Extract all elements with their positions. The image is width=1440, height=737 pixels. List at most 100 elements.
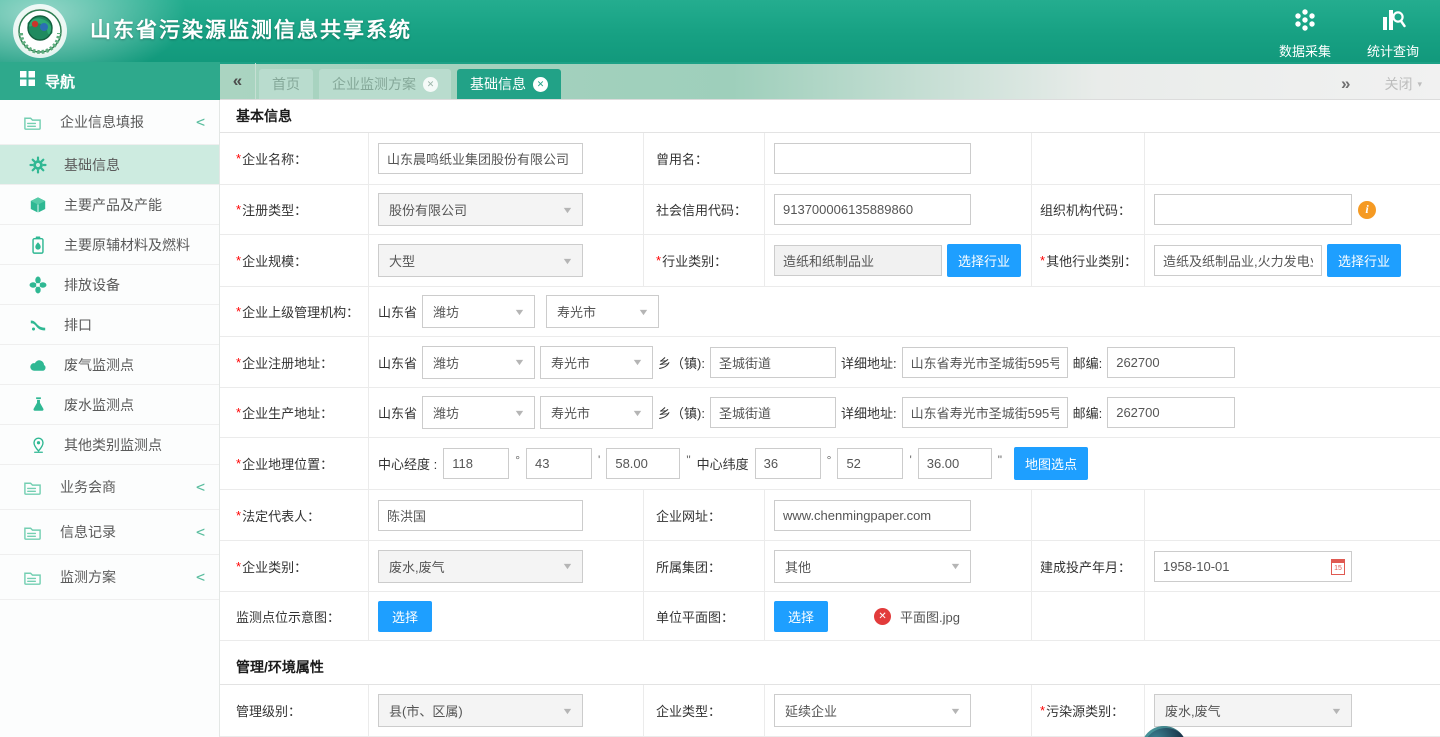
sidebar-item-business[interactable]: 业务会商 < (0, 465, 219, 510)
company-cat-select[interactable]: 废水,废气 ▼ (378, 550, 583, 583)
prod-zip-input[interactable] (1107, 397, 1235, 428)
cell: 中心经度 : ° ' " 中心纬度 ° ' " 地图选点 (369, 438, 1440, 489)
monitor-sketch-label: 监测点位示意图： (236, 607, 340, 626)
select-other-industry-button[interactable]: 选择行业 (1327, 244, 1401, 277)
company-name-input[interactable] (378, 143, 583, 174)
legal-rep-input[interactable] (378, 500, 583, 531)
group-select[interactable]: 其他 ▼ (774, 550, 971, 583)
org-code-input[interactable] (1154, 194, 1352, 225)
website-input[interactable] (774, 500, 971, 531)
calendar-icon[interactable] (1331, 559, 1345, 575)
lng-deg-input[interactable] (443, 448, 509, 479)
sidebar-item-outlets[interactable]: 排口 (0, 305, 219, 345)
lat-deg-input[interactable] (755, 448, 821, 479)
folder-icon (22, 567, 42, 587)
province-label: 山东省 (378, 302, 417, 321)
company-cat-value: 废水,废气 (389, 557, 445, 576)
sidebar-item-emission-equipment[interactable]: 排放设备 (0, 265, 219, 305)
sketch-select-button[interactable]: 选择 (378, 601, 432, 632)
cell: * 企业地理位置： (220, 438, 369, 489)
prod-city-value: 潍坊 (433, 403, 459, 422)
delete-file-icon[interactable]: ✕ (874, 608, 891, 625)
zip-label: 邮编: (1073, 353, 1103, 372)
former-name-input[interactable] (774, 143, 971, 174)
info-icon[interactable]: i (1358, 201, 1376, 219)
required-asterisk: * (1040, 253, 1045, 268)
tab-enterprise-monitor-plan[interactable]: 企业监测方案 ✕ (319, 69, 451, 99)
scale-select[interactable]: 大型 ▼ (378, 244, 583, 277)
map-picker-button[interactable]: 地图选点 (1014, 447, 1088, 480)
scroll-tabs-right-button[interactable]: » (1341, 74, 1350, 94)
bar-chart-magnifier-icon (1380, 7, 1406, 38)
cell: * 法定代表人： (220, 490, 369, 540)
cell: 监测点位示意图： (220, 592, 369, 640)
tab-basic-info[interactable]: 基础信息 ✕ (457, 69, 561, 99)
sidebar-item-materials[interactable]: 主要原辅材料及燃料 (0, 225, 219, 265)
industry-input[interactable] (774, 245, 942, 276)
cube-icon (28, 195, 48, 215)
other-industry-input[interactable] (1154, 245, 1322, 276)
ent-type-select[interactable]: 延续企业 ▼ (774, 694, 971, 727)
cell: 废水,废气 ▼ (369, 541, 644, 591)
data-collect-button[interactable]: 数据采集 (1272, 7, 1338, 60)
tab-close-icon[interactable]: ✕ (533, 77, 548, 92)
cell (765, 133, 1032, 184)
caret-down-icon: ▼ (561, 205, 573, 215)
stats-query-button[interactable]: 统计查询 (1360, 7, 1426, 60)
sidebar-item-products[interactable]: 主要产品及产能 (0, 185, 219, 225)
sidebar-item-label: 排口 (64, 315, 205, 335)
reg-zip-input[interactable] (1107, 347, 1235, 378)
prod-town-input[interactable] (710, 397, 836, 428)
tab-home[interactable]: 首页 (259, 69, 313, 99)
company-name-label: 企业名称： (242, 149, 307, 168)
prod-county-select[interactable]: 寿光市 ▼ (540, 396, 653, 429)
prod-city-select[interactable]: 潍坊 ▼ (422, 396, 535, 429)
latitude-label: 中心纬度 (697, 454, 749, 473)
prod-detail-input[interactable] (902, 397, 1068, 428)
sidebar-item-other-monitor[interactable]: 其他类别监测点 (0, 425, 219, 465)
cell (1145, 490, 1440, 540)
reg-town-input[interactable] (710, 347, 836, 378)
close-menu-button[interactable]: 关闭 ▾ (1384, 74, 1422, 94)
lng-min-input[interactable] (526, 448, 592, 479)
parent-city-select[interactable]: 潍坊 ▼ (422, 295, 535, 328)
sidebar-item-gas-monitor[interactable]: 废气监测点 (0, 345, 219, 385)
reg-county-select[interactable]: 寿光市 ▼ (540, 346, 653, 379)
cell: 选择行业 (765, 235, 1032, 286)
reg-city-value: 潍坊 (433, 353, 459, 372)
tab-close-icon[interactable]: ✕ (423, 77, 438, 92)
lat-sec-input[interactable] (918, 448, 992, 479)
caret-down-icon: ▼ (561, 706, 573, 716)
second-symbol: " (686, 453, 690, 467)
cell (1145, 541, 1440, 591)
cell (369, 490, 644, 540)
reg-city-select[interactable]: 潍坊 ▼ (422, 346, 535, 379)
cell: 企业类型： (644, 685, 765, 736)
sidebar-item-water-monitor[interactable]: 废水监测点 (0, 385, 219, 425)
sidebar-item-monitor-plan[interactable]: 监测方案 < (0, 555, 219, 600)
sidebar-item-basic-info[interactable]: 基础信息 (0, 145, 219, 185)
scroll-tabs-left-button[interactable]: « (220, 63, 256, 99)
sidebar-item-records[interactable]: 信息记录 < (0, 510, 219, 555)
cell: 所属集团： (644, 541, 765, 591)
reg-detail-input[interactable] (902, 347, 1068, 378)
pollution-cat-select[interactable]: 废水,废气 ▼ (1154, 694, 1352, 727)
cell: 选择 ✕ 平面图.jpg (765, 592, 1032, 640)
geo-label: 企业地理位置： (242, 454, 333, 473)
mgmt-level-select[interactable]: 县(市、区属) ▼ (378, 694, 583, 727)
lng-sec-input[interactable] (606, 448, 680, 479)
plan-select-button[interactable]: 选择 (774, 601, 828, 632)
province-label: 山东省 (378, 353, 417, 372)
lat-min-input[interactable] (837, 448, 903, 479)
folder-icon (22, 522, 42, 542)
select-industry-button[interactable]: 选择行业 (947, 244, 1021, 277)
prod-date-input[interactable] (1154, 551, 1352, 582)
credit-code-input[interactable] (774, 194, 971, 225)
parent-county-select[interactable]: 寿光市 ▼ (546, 295, 659, 328)
required-asterisk: * (1040, 703, 1045, 718)
cell: 建成投产年月： (1032, 541, 1145, 591)
form-row: * 企业名称： 曾用名： (220, 133, 1440, 185)
required-asterisk: * (236, 304, 241, 319)
reg-type-select[interactable]: 股份有限公司 ▼ (378, 193, 583, 226)
sidebar-item-enterprise-info[interactable]: 企业信息填报 < (0, 100, 219, 145)
